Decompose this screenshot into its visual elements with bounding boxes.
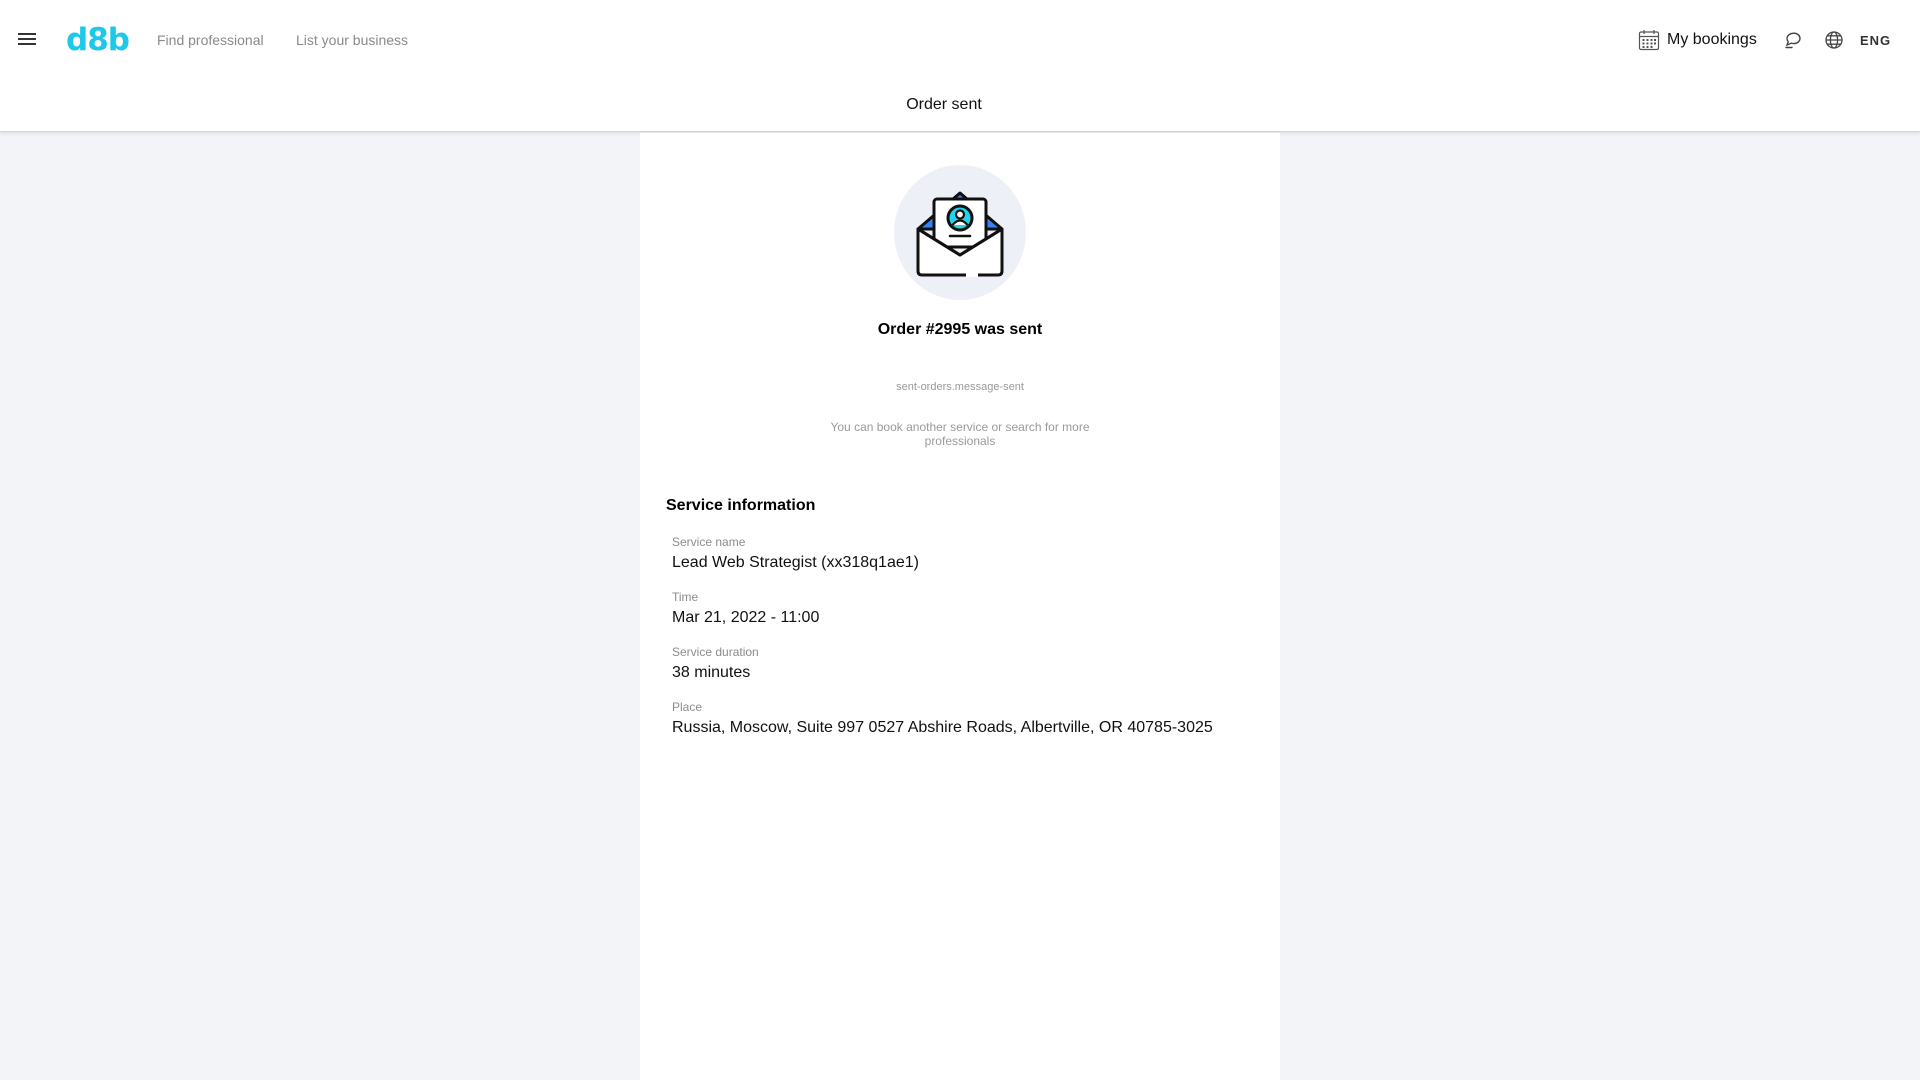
service-information-heading: Service information xyxy=(666,497,816,514)
my-bookings-label: My bookings xyxy=(1667,31,1757,48)
order-sent-hint: You can book another service or search f… xyxy=(830,420,1090,448)
time-label: Time xyxy=(672,590,699,604)
language-selector[interactable]: ENG xyxy=(1860,33,1891,48)
service-name-label: Service name xyxy=(672,535,746,549)
place-field: Place Russia, Moscow, Suite 997 0527 Abs… xyxy=(672,700,1213,738)
order-confirmation-card: Order #2995 was sent sent-orders.message… xyxy=(640,133,1280,1080)
my-bookings-button[interactable]: My bookings xyxy=(1638,28,1757,52)
service-name-field: Service name Lead Web Strategist (xx318q… xyxy=(672,535,919,573)
logo[interactable]: d8b xyxy=(66,20,130,60)
time-field: Time Mar 21, 2022 - 11:00 xyxy=(672,590,819,628)
order-sent-title: Order #2995 was sent xyxy=(877,321,1043,338)
order-sent-illustration xyxy=(894,165,1026,300)
place-label: Place xyxy=(672,700,703,714)
page-title: Order sent xyxy=(906,96,982,113)
order-sent-message: sent-orders.message-sent xyxy=(896,381,1024,393)
nav-link-list-your-business[interactable]: List your business xyxy=(296,31,408,49)
page-header: Order sent xyxy=(0,80,1920,132)
service-duration-field: Service duration 38 minutes xyxy=(672,645,759,683)
top-navbar: d8b Find professional List your business… xyxy=(0,0,1920,80)
nav-link-find-professional[interactable]: Find professional xyxy=(157,31,264,49)
globe-icon[interactable] xyxy=(1824,30,1844,50)
time-value: Mar 21, 2022 - 11:00 xyxy=(672,609,820,626)
logo-text: d8b xyxy=(66,22,130,58)
calendar-icon xyxy=(1638,30,1660,51)
chat-bubble-icon[interactable] xyxy=(1783,30,1803,50)
service-duration-label: Service duration xyxy=(672,645,759,659)
service-duration-value: 38 minutes xyxy=(672,664,751,681)
place-value: Russia, Moscow, Suite 997 0527 Abshire R… xyxy=(672,719,1213,736)
service-name-value: Lead Web Strategist (xx318q1ae1) xyxy=(672,554,919,571)
open-envelope-icon xyxy=(916,191,1004,277)
hamburger-menu-icon[interactable] xyxy=(16,30,38,48)
